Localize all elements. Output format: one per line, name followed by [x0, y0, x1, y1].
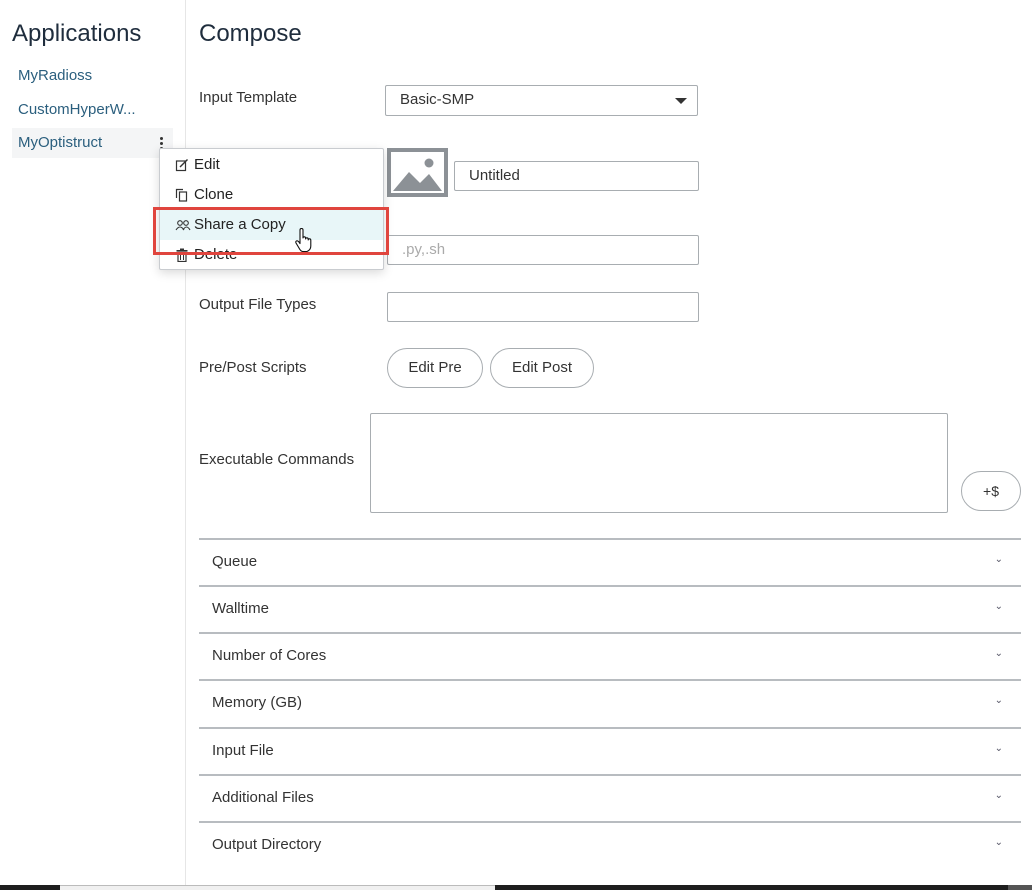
- chevron-down-icon: ⌄: [994, 837, 1003, 848]
- executable-commands-label: Executable Commands: [199, 451, 355, 468]
- executable-commands-textarea[interactable]: [370, 413, 948, 513]
- hand-pointer-cursor-icon: [295, 228, 312, 253]
- section-queue[interactable]: Queue ⌄: [199, 538, 1021, 585]
- sidebar-title: Applications: [12, 20, 142, 47]
- sidebar-item-customhyperworks[interactable]: CustomHyperW...: [12, 95, 173, 125]
- menu-item-label: Edit: [194, 156, 220, 173]
- section-walltime[interactable]: Walltime ⌄: [199, 585, 1021, 632]
- input-template-label: Input Template: [199, 89, 298, 106]
- caret-down-icon: [675, 98, 687, 104]
- edit-icon: [175, 159, 188, 172]
- section-label: Additional Files: [212, 789, 314, 806]
- section-additional-files[interactable]: Additional Files ⌄: [199, 774, 1021, 821]
- script-types-placeholder: .py,.sh: [402, 241, 446, 258]
- chevron-down-icon: ⌄: [994, 554, 1003, 565]
- chevron-down-icon: ⌄: [994, 695, 1003, 706]
- menu-item-delete[interactable]: Delete: [160, 240, 383, 270]
- menu-item-label: Clone: [194, 186, 234, 203]
- output-file-types-label: Output File Types: [199, 296, 317, 313]
- section-label: Output Directory: [212, 836, 322, 853]
- section-label: Number of Cores: [212, 647, 327, 664]
- add-variable-button[interactable]: +$: [961, 471, 1021, 511]
- section-label: Memory (GB): [212, 694, 302, 711]
- menu-item-edit[interactable]: Edit: [160, 150, 383, 180]
- chevron-down-icon: ⌄: [994, 601, 1003, 612]
- menu-item-label: Delete: [194, 246, 238, 263]
- app-label: CustomHyperW...: [18, 101, 136, 118]
- edit-post-button[interactable]: Edit Post: [490, 348, 594, 388]
- users-icon: [175, 220, 191, 231]
- chevron-down-icon: ⌄: [994, 648, 1003, 659]
- pre-post-scripts-label: Pre/Post Scripts: [199, 359, 307, 376]
- chevron-down-icon: ⌄: [994, 790, 1003, 801]
- app-name-input[interactable]: Untitled: [454, 161, 699, 191]
- edit-pre-button[interactable]: Edit Pre: [387, 348, 483, 388]
- section-label: Input File: [212, 742, 274, 759]
- menu-item-clone[interactable]: Clone: [160, 180, 383, 210]
- trash-icon: [176, 248, 188, 262]
- section-label: Walltime: [212, 600, 269, 617]
- section-number-of-cores[interactable]: Number of Cores ⌄: [199, 632, 1021, 679]
- app-label: MyOptistruct: [18, 134, 103, 151]
- page-title: Compose: [199, 20, 302, 47]
- script-types-input[interactable]: .py,.sh: [387, 235, 699, 265]
- section-label: Queue: [212, 553, 258, 570]
- sidebar-item-myradioss[interactable]: MyRadioss: [12, 61, 173, 91]
- menu-item-share-a-copy[interactable]: Share a Copy: [160, 210, 383, 240]
- input-template-value: Basic-SMP: [400, 91, 475, 108]
- app-name-value: Untitled: [469, 167, 520, 184]
- clone-icon: [175, 188, 188, 202]
- output-file-types-input[interactable]: [387, 292, 699, 322]
- section-memory[interactable]: Memory (GB) ⌄: [199, 679, 1021, 726]
- section-output-directory[interactable]: Output Directory ⌄: [199, 821, 1021, 868]
- horizontal-scrollbar-thumb[interactable]: [60, 885, 495, 890]
- input-template-select[interactable]: Basic-SMP: [385, 85, 698, 116]
- chevron-down-icon: ⌄: [994, 743, 1003, 754]
- taskbar-end: [1008, 885, 1032, 890]
- applications-sidebar: Applications MyRadioss CustomHyperW... M…: [0, 0, 186, 885]
- section-input-file[interactable]: Input File ⌄: [199, 727, 1021, 774]
- app-context-menu: Edit Clone Share a Copy Delete: [159, 148, 384, 270]
- compose-panel: Compose Input Template Basic-SMP Untitle…: [199, 0, 1032, 885]
- image-placeholder-icon[interactable]: [387, 148, 448, 197]
- sidebar-item-myoptistruct[interactable]: MyOptistruct: [12, 128, 173, 158]
- app-label: MyRadioss: [18, 67, 93, 84]
- menu-item-label: Share a Copy: [194, 216, 286, 233]
